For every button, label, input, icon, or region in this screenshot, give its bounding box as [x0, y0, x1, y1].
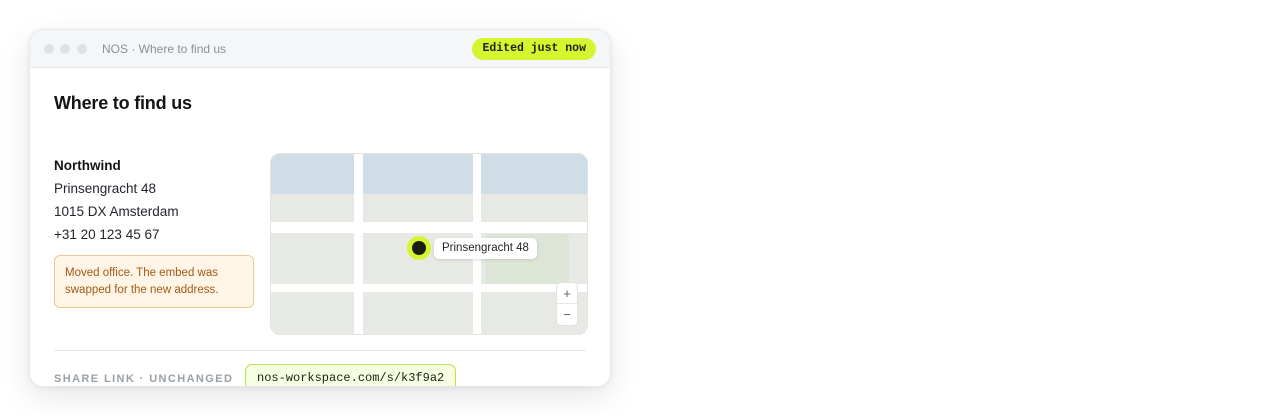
zoom-in-button[interactable]: + [557, 283, 577, 304]
postal-city: 1015 DX Amsterdam [54, 204, 179, 219]
map-water [271, 154, 587, 194]
edited-status-badge: Edited just now [472, 38, 596, 60]
window-title: NOS · Where to find us [102, 42, 227, 56]
main-content: Where to find us Northwind Prinsengracht… [54, 68, 588, 386]
street-address: Prinsengracht 48 [54, 181, 157, 196]
window-close-dot[interactable] [44, 44, 54, 54]
phone-number[interactable]: +31 20 123 45 67 [54, 223, 159, 246]
location-pin-icon[interactable] [407, 236, 431, 260]
app-window: NOS · Where to find us Edited just now W… [29, 29, 611, 387]
map-road [271, 284, 587, 292]
map-road [271, 222, 587, 233]
map-pin-label: Prinsengracht 48 [434, 238, 537, 259]
window-minimize-dot[interactable] [60, 44, 70, 54]
office-moved-notice: Moved office. The embed was swapped for … [54, 255, 254, 308]
zoom-out-button[interactable]: − [557, 304, 577, 325]
window-maximize-dot[interactable] [77, 44, 87, 54]
title-bar: NOS · Where to find us Edited just now [30, 30, 610, 68]
map-embed[interactable]: Prinsengracht 48 + − [270, 153, 588, 335]
map-road [354, 154, 363, 334]
share-link-url[interactable]: nos-workspace.com/s/k3f9a2 [245, 364, 457, 386]
section-divider [54, 350, 586, 351]
share-link-label: SHARE LINK · UNCHANGED [54, 373, 234, 385]
map-zoom-controls: + − [556, 282, 578, 326]
location-pin-core [412, 241, 426, 255]
company-name: Northwind [54, 158, 121, 173]
page-title: Where to find us [54, 93, 192, 113]
